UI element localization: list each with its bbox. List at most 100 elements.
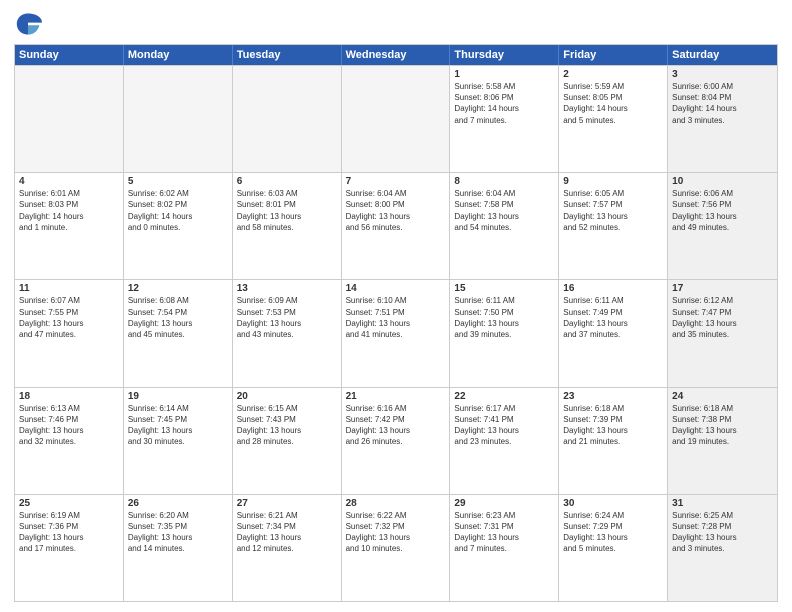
day-info: Sunrise: 6:11 AM Sunset: 7:49 PM Dayligh… xyxy=(563,295,663,340)
weekday-header-wednesday: Wednesday xyxy=(342,45,451,65)
day-number: 12 xyxy=(128,283,228,294)
day-info: Sunrise: 6:04 AM Sunset: 7:58 PM Dayligh… xyxy=(454,188,554,233)
day-info: Sunrise: 6:00 AM Sunset: 8:04 PM Dayligh… xyxy=(672,81,773,126)
day-info: Sunrise: 6:21 AM Sunset: 7:34 PM Dayligh… xyxy=(237,510,337,555)
day-number: 15 xyxy=(454,283,554,294)
page: SundayMondayTuesdayWednesdayThursdayFrid… xyxy=(0,0,792,612)
day-number: 13 xyxy=(237,283,337,294)
day-info: Sunrise: 6:18 AM Sunset: 7:38 PM Dayligh… xyxy=(672,403,773,448)
day-cell-21: 21Sunrise: 6:16 AM Sunset: 7:42 PM Dayli… xyxy=(342,388,451,494)
weekday-header-sunday: Sunday xyxy=(15,45,124,65)
day-cell-7: 7Sunrise: 6:04 AM Sunset: 8:00 PM Daylig… xyxy=(342,173,451,279)
day-cell-18: 18Sunrise: 6:13 AM Sunset: 7:46 PM Dayli… xyxy=(15,388,124,494)
day-info: Sunrise: 6:14 AM Sunset: 7:45 PM Dayligh… xyxy=(128,403,228,448)
day-number: 26 xyxy=(128,498,228,509)
day-number: 20 xyxy=(237,391,337,402)
day-info: Sunrise: 6:15 AM Sunset: 7:43 PM Dayligh… xyxy=(237,403,337,448)
day-number: 25 xyxy=(19,498,119,509)
day-cell-23: 23Sunrise: 6:18 AM Sunset: 7:39 PM Dayli… xyxy=(559,388,668,494)
day-cell-5: 5Sunrise: 6:02 AM Sunset: 8:02 PM Daylig… xyxy=(124,173,233,279)
day-info: Sunrise: 6:23 AM Sunset: 7:31 PM Dayligh… xyxy=(454,510,554,555)
day-number: 31 xyxy=(672,498,773,509)
day-info: Sunrise: 6:07 AM Sunset: 7:55 PM Dayligh… xyxy=(19,295,119,340)
day-number: 28 xyxy=(346,498,446,509)
day-number: 18 xyxy=(19,391,119,402)
day-cell-26: 26Sunrise: 6:20 AM Sunset: 7:35 PM Dayli… xyxy=(124,495,233,601)
day-number: 17 xyxy=(672,283,773,294)
week-row-1: 1Sunrise: 5:58 AM Sunset: 8:06 PM Daylig… xyxy=(15,65,777,172)
day-cell-15: 15Sunrise: 6:11 AM Sunset: 7:50 PM Dayli… xyxy=(450,280,559,386)
day-cell-25: 25Sunrise: 6:19 AM Sunset: 7:36 PM Dayli… xyxy=(15,495,124,601)
weekday-header-thursday: Thursday xyxy=(450,45,559,65)
day-cell-30: 30Sunrise: 6:24 AM Sunset: 7:29 PM Dayli… xyxy=(559,495,668,601)
day-number: 24 xyxy=(672,391,773,402)
day-number: 8 xyxy=(454,176,554,187)
day-number: 27 xyxy=(237,498,337,509)
day-cell-6: 6Sunrise: 6:03 AM Sunset: 8:01 PM Daylig… xyxy=(233,173,342,279)
week-row-3: 11Sunrise: 6:07 AM Sunset: 7:55 PM Dayli… xyxy=(15,279,777,386)
day-number: 16 xyxy=(563,283,663,294)
calendar: SundayMondayTuesdayWednesdayThursdayFrid… xyxy=(14,44,778,602)
day-cell-12: 12Sunrise: 6:08 AM Sunset: 7:54 PM Dayli… xyxy=(124,280,233,386)
day-cell-empty-0-0 xyxy=(15,66,124,172)
day-info: Sunrise: 6:25 AM Sunset: 7:28 PM Dayligh… xyxy=(672,510,773,555)
day-number: 10 xyxy=(672,176,773,187)
day-info: Sunrise: 5:58 AM Sunset: 8:06 PM Dayligh… xyxy=(454,81,554,126)
day-info: Sunrise: 6:01 AM Sunset: 8:03 PM Dayligh… xyxy=(19,188,119,233)
logo-icon xyxy=(14,10,42,38)
day-info: Sunrise: 6:20 AM Sunset: 7:35 PM Dayligh… xyxy=(128,510,228,555)
day-number: 5 xyxy=(128,176,228,187)
day-cell-27: 27Sunrise: 6:21 AM Sunset: 7:34 PM Dayli… xyxy=(233,495,342,601)
week-row-2: 4Sunrise: 6:01 AM Sunset: 8:03 PM Daylig… xyxy=(15,172,777,279)
day-cell-1: 1Sunrise: 5:58 AM Sunset: 8:06 PM Daylig… xyxy=(450,66,559,172)
day-number: 14 xyxy=(346,283,446,294)
day-info: Sunrise: 6:10 AM Sunset: 7:51 PM Dayligh… xyxy=(346,295,446,340)
weekday-header-monday: Monday xyxy=(124,45,233,65)
day-info: Sunrise: 6:09 AM Sunset: 7:53 PM Dayligh… xyxy=(237,295,337,340)
day-cell-empty-0-2 xyxy=(233,66,342,172)
day-number: 30 xyxy=(563,498,663,509)
day-cell-2: 2Sunrise: 5:59 AM Sunset: 8:05 PM Daylig… xyxy=(559,66,668,172)
day-cell-11: 11Sunrise: 6:07 AM Sunset: 7:55 PM Dayli… xyxy=(15,280,124,386)
day-info: Sunrise: 6:11 AM Sunset: 7:50 PM Dayligh… xyxy=(454,295,554,340)
day-cell-8: 8Sunrise: 6:04 AM Sunset: 7:58 PM Daylig… xyxy=(450,173,559,279)
day-cell-22: 22Sunrise: 6:17 AM Sunset: 7:41 PM Dayli… xyxy=(450,388,559,494)
day-cell-29: 29Sunrise: 6:23 AM Sunset: 7:31 PM Dayli… xyxy=(450,495,559,601)
day-info: Sunrise: 5:59 AM Sunset: 8:05 PM Dayligh… xyxy=(563,81,663,126)
day-number: 21 xyxy=(346,391,446,402)
day-info: Sunrise: 6:19 AM Sunset: 7:36 PM Dayligh… xyxy=(19,510,119,555)
day-info: Sunrise: 6:06 AM Sunset: 7:56 PM Dayligh… xyxy=(672,188,773,233)
day-cell-24: 24Sunrise: 6:18 AM Sunset: 7:38 PM Dayli… xyxy=(668,388,777,494)
logo xyxy=(14,10,46,38)
day-number: 19 xyxy=(128,391,228,402)
day-info: Sunrise: 6:04 AM Sunset: 8:00 PM Dayligh… xyxy=(346,188,446,233)
week-row-5: 25Sunrise: 6:19 AM Sunset: 7:36 PM Dayli… xyxy=(15,494,777,601)
day-cell-31: 31Sunrise: 6:25 AM Sunset: 7:28 PM Dayli… xyxy=(668,495,777,601)
day-info: Sunrise: 6:08 AM Sunset: 7:54 PM Dayligh… xyxy=(128,295,228,340)
day-number: 23 xyxy=(563,391,663,402)
day-number: 2 xyxy=(563,69,663,80)
day-number: 29 xyxy=(454,498,554,509)
day-info: Sunrise: 6:24 AM Sunset: 7:29 PM Dayligh… xyxy=(563,510,663,555)
weekday-header-tuesday: Tuesday xyxy=(233,45,342,65)
day-cell-17: 17Sunrise: 6:12 AM Sunset: 7:47 PM Dayli… xyxy=(668,280,777,386)
day-info: Sunrise: 6:13 AM Sunset: 7:46 PM Dayligh… xyxy=(19,403,119,448)
day-cell-28: 28Sunrise: 6:22 AM Sunset: 7:32 PM Dayli… xyxy=(342,495,451,601)
day-info: Sunrise: 6:17 AM Sunset: 7:41 PM Dayligh… xyxy=(454,403,554,448)
header xyxy=(14,10,778,38)
day-cell-3: 3Sunrise: 6:00 AM Sunset: 8:04 PM Daylig… xyxy=(668,66,777,172)
day-info: Sunrise: 6:03 AM Sunset: 8:01 PM Dayligh… xyxy=(237,188,337,233)
day-number: 22 xyxy=(454,391,554,402)
day-info: Sunrise: 6:22 AM Sunset: 7:32 PM Dayligh… xyxy=(346,510,446,555)
day-cell-empty-0-1 xyxy=(124,66,233,172)
day-number: 1 xyxy=(454,69,554,80)
day-info: Sunrise: 6:02 AM Sunset: 8:02 PM Dayligh… xyxy=(128,188,228,233)
day-cell-16: 16Sunrise: 6:11 AM Sunset: 7:49 PM Dayli… xyxy=(559,280,668,386)
calendar-body: 1Sunrise: 5:58 AM Sunset: 8:06 PM Daylig… xyxy=(15,65,777,601)
weekday-header-friday: Friday xyxy=(559,45,668,65)
day-cell-empty-0-3 xyxy=(342,66,451,172)
day-number: 6 xyxy=(237,176,337,187)
day-number: 7 xyxy=(346,176,446,187)
day-cell-19: 19Sunrise: 6:14 AM Sunset: 7:45 PM Dayli… xyxy=(124,388,233,494)
day-cell-13: 13Sunrise: 6:09 AM Sunset: 7:53 PM Dayli… xyxy=(233,280,342,386)
